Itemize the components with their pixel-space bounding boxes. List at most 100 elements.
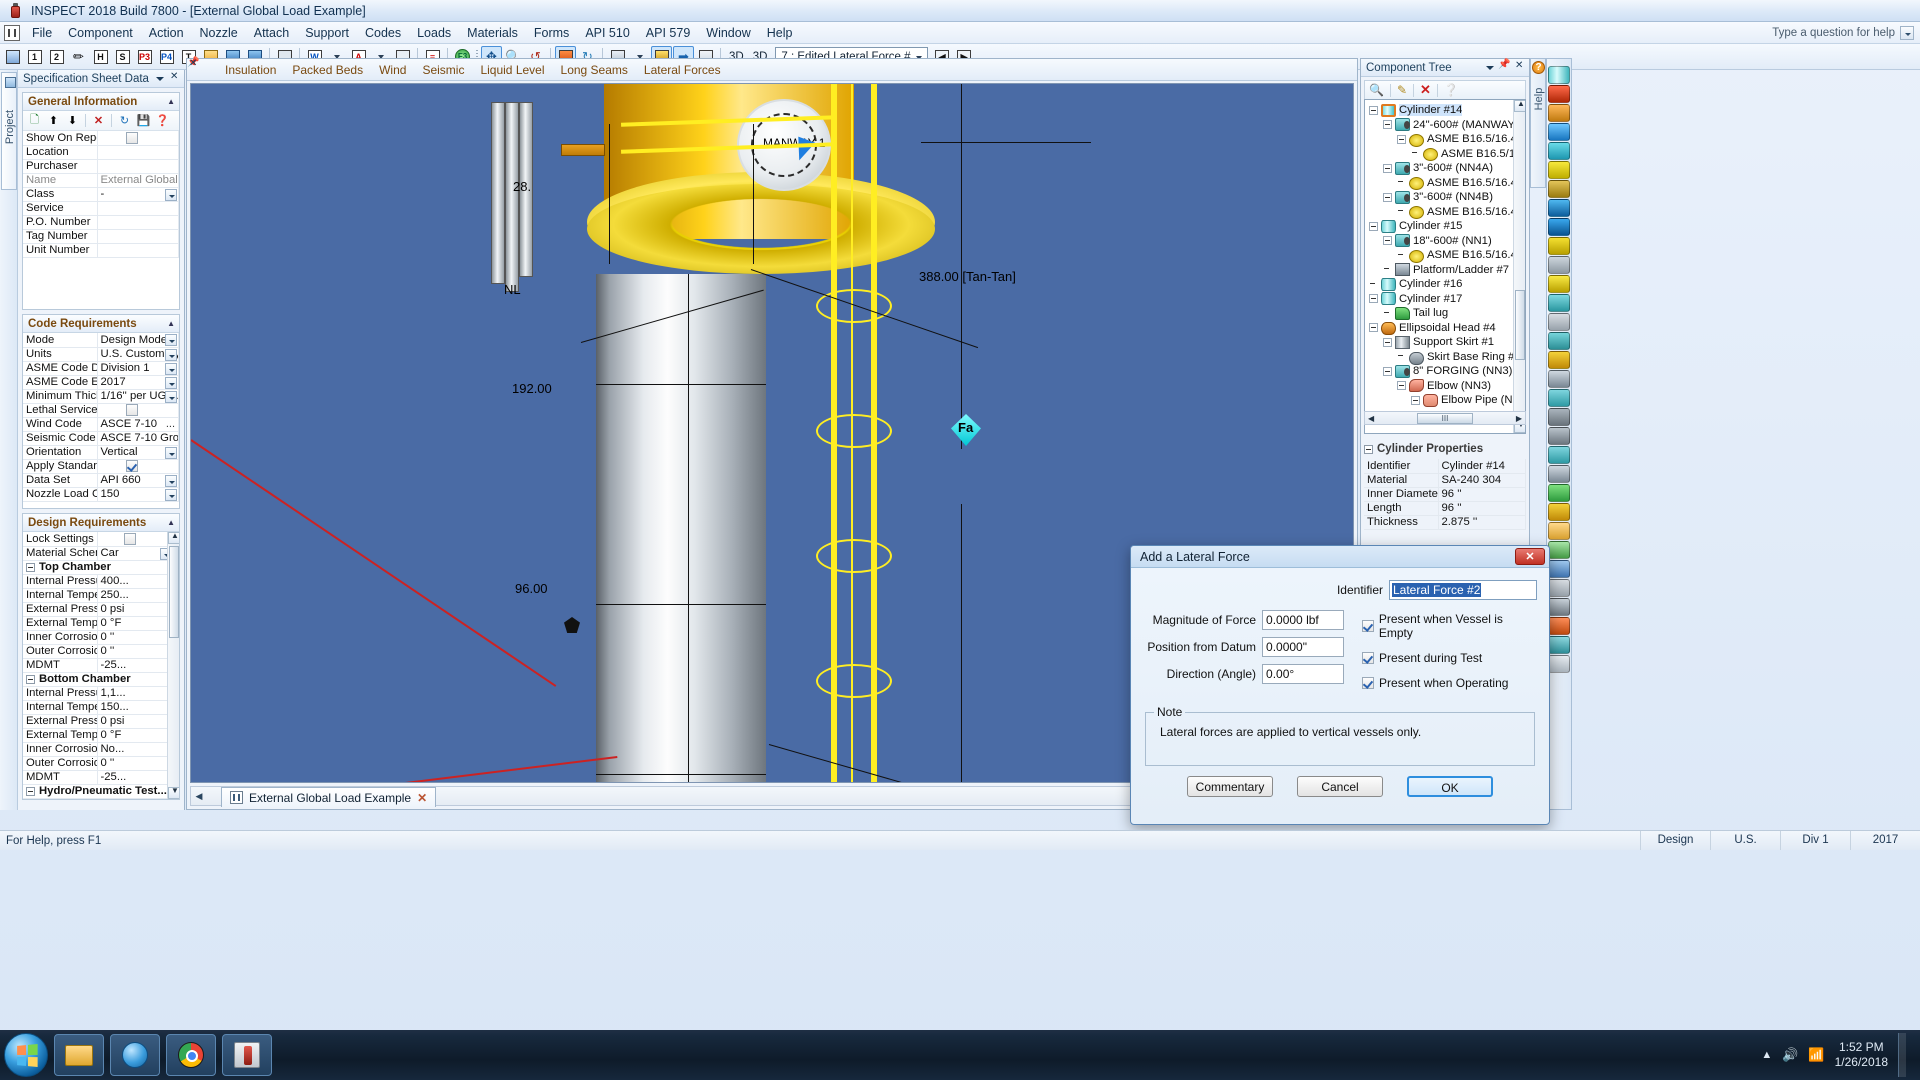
design-req-value[interactable]: -25... [97,770,174,785]
blue-cap-icon[interactable] [1548,199,1570,217]
expand-collapse-toggle-icon[interactable] [1397,381,1406,391]
checkbox-icon[interactable] [126,460,139,472]
direction-input[interactable]: 0.00° [1262,664,1345,684]
expand-collapse-toggle-icon[interactable] [1411,395,1420,405]
general-info-value[interactable] [97,145,179,160]
chevron-down-icon[interactable] [165,348,177,360]
tree-node[interactable]: ASME B16.5/16.47 · [1367,205,1525,220]
chevron-down-icon[interactable] [165,376,177,388]
taskbar-explorer-button[interactable] [54,1034,104,1076]
design-req-value[interactable]: 0 psi [97,714,174,729]
chevron-down-icon[interactable] [165,188,177,200]
design-req-value[interactable]: -25... [97,658,174,673]
tab-long-seams[interactable]: Long Seams [553,61,636,79]
insulation-icon[interactable] [1548,522,1570,540]
scrollbar-thumb[interactable] [169,546,179,638]
scroll-up-arrow-icon[interactable]: ▲ [1514,100,1525,112]
table-row[interactable]: Internal Pressure400... [23,574,174,589]
design-req-section[interactable]: Top Chamber [23,560,174,575]
table-row[interactable]: Material SchemeCar [23,546,174,561]
table-row[interactable]: External Pressure0 psi [23,602,174,617]
design-req-value[interactable]: 0 '' [97,644,174,659]
p3-icon[interactable]: P3 [134,46,155,67]
design-req-value[interactable]: Car [97,546,174,561]
chevron-down-icon[interactable] [165,446,177,458]
table-row[interactable]: Show On Repo... [23,131,179,146]
tree-node[interactable]: Support Skirt #1 [1367,335,1525,350]
p4-icon[interactable]: P4 [156,46,177,67]
menu-item-help[interactable]: Help [759,23,801,43]
tree-node[interactable]: Cylinder #16 [1367,277,1525,292]
tray-network-icon[interactable]: 📶 [1808,1047,1824,1063]
nozzle-load-icon[interactable] [1548,351,1570,369]
edit-component-icon[interactable]: ✎ [1397,83,1407,97]
start-button[interactable] [4,1033,48,1077]
new-component-icon[interactable] [2,46,23,67]
cylinder-prop-value[interactable]: 96 '' [1438,487,1526,502]
blue-plate-icon[interactable] [1548,218,1570,236]
refresh-icon[interactable]: ↻ [116,113,133,129]
commentary-button[interactable]: Commentary [1187,776,1273,797]
saddle-icon[interactable] [1548,446,1570,464]
table-row[interactable]: Bottom Chamber [23,672,174,687]
tab-insulation[interactable]: Insulation [217,61,284,79]
tree-vertical-scrollbar[interactable]: ▲ ▼ [1513,100,1525,433]
tray-icon[interactable] [1548,389,1570,407]
tree-node[interactable]: Cylinder #17 [1367,292,1525,307]
menu-item-forms[interactable]: Forms [526,23,577,43]
collapse-toggle-icon[interactable] [1364,444,1373,454]
tree-horizontal-scrollbar[interactable]: ◀ III ▶ [1364,411,1526,425]
pin-icon[interactable] [1498,59,1511,74]
save-sheet-icon[interactable]: 💾 [135,113,152,129]
code-req-value[interactable]: ASCE 7-10... [97,417,179,432]
code-req-value[interactable]: ASCE 7-10 Gro... [97,431,179,446]
chevron-down-icon[interactable] [153,72,166,85]
vortex-icon[interactable] [1548,560,1570,578]
base-ring-icon[interactable] [1548,427,1570,445]
add-row-icon[interactable]: 🗋 [26,113,43,129]
table-row[interactable]: Material SA-240 304 [1364,473,1526,488]
checkbox-vessel-empty[interactable]: Present when Vessel is Empty [1362,612,1537,640]
expand-collapse-toggle-icon[interactable] [1383,236,1392,246]
tab-liquid-level[interactable]: Liquid Level [472,61,552,79]
design-req-value[interactable] [97,532,174,547]
menu-item-action[interactable]: Action [141,23,192,43]
table-row[interactable]: Internal Temperature150... [23,700,174,715]
code-req-value[interactable] [97,403,179,418]
taskbar-inspect-button[interactable] [222,1034,272,1076]
magnitude-input[interactable]: 0.0000 lbf [1262,610,1345,630]
table-row[interactable]: Lock Settings for Indivi... [23,532,174,547]
tree-node[interactable]: Cylinder #14 [1367,103,1525,118]
tree-node[interactable]: ASME B16.5/16.47 · [1367,132,1525,147]
menu-item-attach[interactable]: Attach [246,23,297,43]
general-info-value[interactable] [97,159,179,174]
chevron-down-icon[interactable] [1900,25,1914,40]
table-row[interactable]: Orientation Vertical [23,445,179,460]
table-row[interactable]: Minimum Thick...1/16'' per UG-... [23,389,179,404]
design-req-value[interactable]: 0 '' [97,630,174,645]
code-req-value[interactable]: 1/16'' per UG-... [97,389,179,404]
close-icon[interactable]: ✕ [417,791,427,805]
conical-head-icon[interactable] [1548,85,1570,103]
find-component-icon[interactable]: 🔍 [1369,83,1384,97]
design-req-value[interactable]: 0 °F [97,616,174,631]
expand-collapse-toggle-icon[interactable] [1383,366,1392,376]
chevron-down-icon[interactable] [165,362,177,374]
design-req-section[interactable]: Bottom Chamber [23,672,174,687]
design-req-value[interactable]: 0 °F [97,728,174,743]
project-tab[interactable]: Project [1,72,17,190]
pencil-icon[interactable]: ✏ [68,46,89,67]
help-icon[interactable]: ❓ [154,113,171,129]
yellow-flange-icon[interactable] [1548,161,1570,179]
table-row[interactable]: Inner Corrosion 0 '' [23,630,174,645]
design-requirements-header[interactable]: Design Requirements ▲ [23,514,179,532]
help-question-box[interactable]: Type a question for help [1772,25,1914,40]
table-row[interactable]: Unit Number [23,243,179,258]
checkbox-when-operating[interactable]: Present when Operating [1362,676,1537,690]
cylinder-prop-value[interactable]: SA-240 304 [1438,473,1526,488]
table-row[interactable]: External Temperature0 °F [23,728,174,743]
flat-head-icon[interactable] [1548,123,1570,141]
general-info-value[interactable]: External Global... [97,173,179,188]
code-req-value[interactable]: Vertical [97,445,179,460]
tab-wind[interactable]: Wind [371,61,414,79]
